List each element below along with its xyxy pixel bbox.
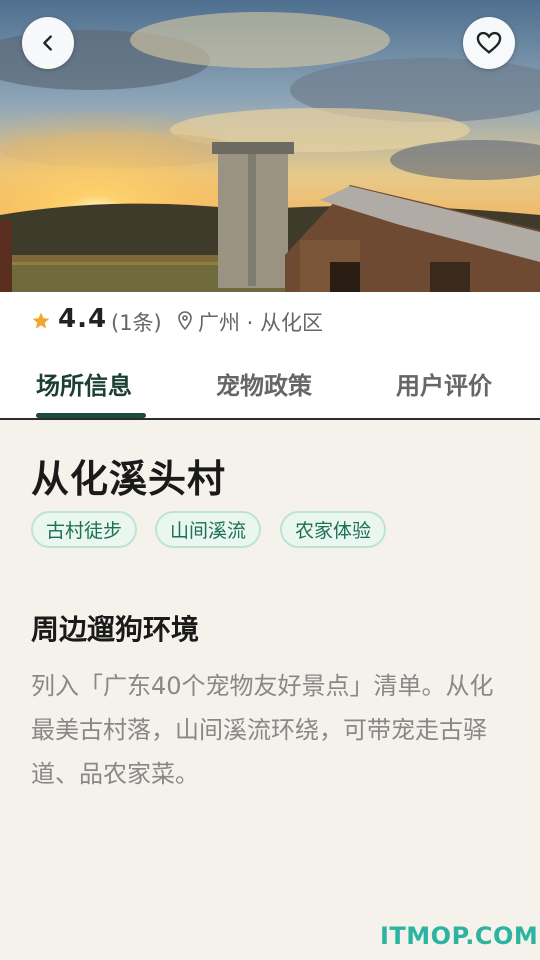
review-count[interactable]: (1条) [111, 307, 162, 337]
tab-pet-policy[interactable]: 宠物政策 [216, 366, 312, 401]
chevron-left-icon [43, 35, 52, 51]
place-title: 从化溪头村 [31, 457, 227, 501]
tag-chip: 农家体验 [280, 511, 387, 548]
map-pin-icon [178, 311, 192, 331]
tab-venue-info[interactable]: 场所信息 [36, 366, 132, 401]
hero-image [0, 0, 540, 292]
favorite-button[interactable] [463, 17, 515, 69]
active-tab-indicator [36, 413, 146, 418]
section-description: 列入「广东40个宠物友好景点」清单。从化最美古村落，山间溪流环绕，可带宠走古驿道… [31, 672, 494, 788]
section-title: 周边遛狗环境 [31, 613, 200, 646]
rating-value: 4.4 [58, 304, 108, 334]
tab-user-reviews[interactable]: 用户评价 [396, 366, 492, 401]
tag-chip: 山间溪流 [155, 511, 262, 548]
tag-chip: 古村徒步 [31, 511, 138, 548]
back-button[interactable] [22, 17, 74, 69]
star-icon [32, 312, 50, 329]
tab-bar: 场所信息 宠物政策 用户评价 [0, 350, 540, 420]
watermark: ITMOP.COM [380, 922, 539, 950]
heart-icon [476, 31, 502, 54]
location-text: 广州 · 从化区 [198, 311, 324, 335]
